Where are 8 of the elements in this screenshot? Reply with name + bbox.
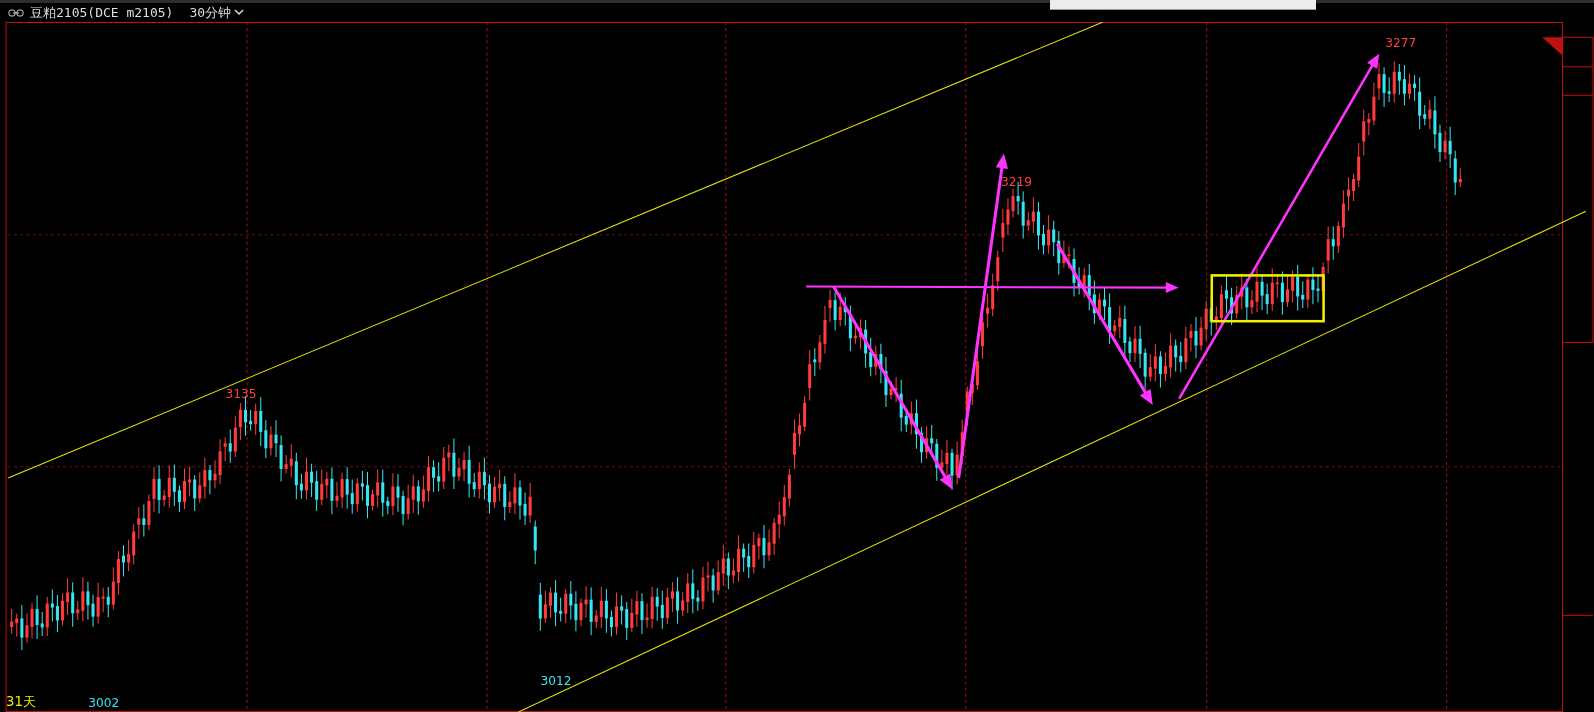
range-label: 31天 <box>6 693 36 709</box>
symbol-title: 豆粕2105(DCE m2105) <box>30 3 174 22</box>
price-label: 3219 <box>1001 174 1033 189</box>
period-selector[interactable]: 30分钟 <box>189 3 232 22</box>
price-label: 3012 <box>540 673 572 688</box>
price-label: 3277 <box>1385 36 1417 51</box>
price-label: 3135 <box>225 386 257 401</box>
price-label: 3002 <box>88 695 120 710</box>
